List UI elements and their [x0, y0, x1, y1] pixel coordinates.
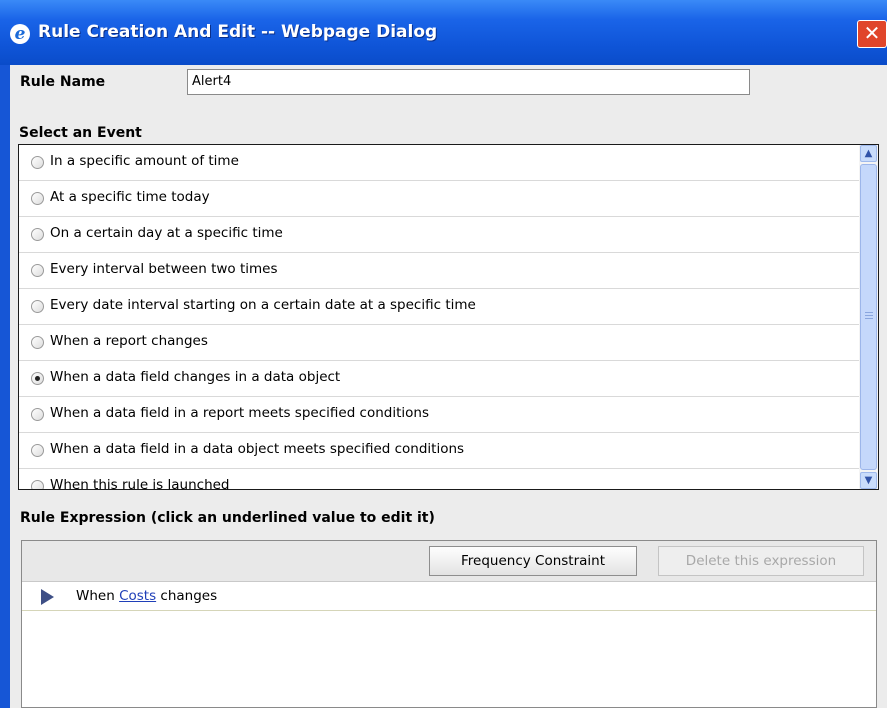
rule-name-label: Rule Name [20, 74, 106, 90]
event-list: In a specific amount of time At a specifi… [18, 144, 879, 490]
event-radio[interactable] [31, 264, 44, 277]
event-option-label: Every date interval starting on a certai… [50, 297, 476, 313]
scrollbar-thumb[interactable] [860, 164, 877, 470]
event-option-label: When a data field changes in a data obje… [50, 369, 341, 385]
close-button[interactable]: ✕ [857, 20, 887, 48]
expression-prefix: When [76, 588, 115, 604]
event-option[interactable]: On a certain day at a specific time [19, 217, 859, 253]
rule-expression-panel: Frequency Constraint Delete this express… [21, 540, 877, 708]
event-radio[interactable] [31, 192, 44, 205]
event-radio[interactable] [31, 300, 44, 313]
event-option[interactable]: In a specific amount of time [19, 145, 859, 181]
event-option[interactable]: When a report changes [19, 325, 859, 361]
event-option[interactable]: When a data field in a data object meets… [19, 433, 859, 469]
scrollbar-grip-icon [865, 312, 873, 320]
event-option[interactable]: When a data field in a report meets spec… [19, 397, 859, 433]
rule-name-input[interactable]: Alert4 [187, 69, 750, 95]
event-radio[interactable] [31, 408, 44, 421]
dialog-window: e Rule Creation And Edit -- Webpage Dial… [0, 0, 887, 708]
rule-expression-label: Rule Expression (click an underlined val… [20, 510, 435, 526]
event-option[interactable]: When a data field changes in a data obje… [19, 361, 859, 397]
event-option-label: When this rule is launched [50, 477, 230, 490]
expression-suffix: changes [160, 588, 218, 604]
event-radio[interactable] [31, 336, 44, 349]
event-radio[interactable] [31, 372, 44, 385]
event-option-label: On a certain day at a specific time [50, 225, 283, 241]
event-option-label: When a data field in a data object meets… [50, 441, 465, 457]
event-option[interactable]: Every interval between two times [19, 253, 859, 289]
event-option[interactable]: Every date interval starting on a certai… [19, 289, 859, 325]
event-option-label: When a report changes [50, 333, 208, 349]
event-option-label: In a specific amount of time [50, 153, 239, 169]
event-radio[interactable] [31, 156, 44, 169]
event-radio[interactable] [31, 480, 44, 489]
event-radio[interactable] [31, 228, 44, 241]
event-list-scrollbar[interactable]: ▲ ▼ [859, 145, 878, 489]
scroll-up-button[interactable]: ▲ [860, 145, 877, 162]
event-option-label: At a specific time today [50, 189, 210, 205]
expression-value-link[interactable]: Costs [119, 588, 156, 604]
window-title: Rule Creation And Edit -- Webpage Dialog [38, 22, 438, 42]
event-option[interactable]: When this rule is launched [19, 469, 859, 490]
event-option-label: Every interval between two times [50, 261, 278, 277]
expression-text: When Costs changes [76, 588, 217, 604]
expression-row: When Costs changes [22, 583, 876, 611]
scroll-down-button[interactable]: ▼ [860, 472, 877, 489]
event-option-label: When a data field in a report meets spec… [50, 405, 430, 421]
expand-arrow-icon[interactable] [41, 589, 54, 605]
title-bar[interactable]: e Rule Creation And Edit -- Webpage Dial… [0, 0, 887, 65]
select-event-label: Select an Event [19, 125, 142, 141]
delete-expression-button[interactable]: Delete this expression [658, 546, 864, 576]
internet-explorer-icon: e [10, 24, 30, 44]
frequency-constraint-button[interactable]: Frequency Constraint [429, 546, 637, 576]
expression-toolbar: Frequency Constraint Delete this express… [22, 541, 876, 582]
event-option[interactable]: At a specific time today [19, 181, 859, 217]
event-radio[interactable] [31, 444, 44, 457]
